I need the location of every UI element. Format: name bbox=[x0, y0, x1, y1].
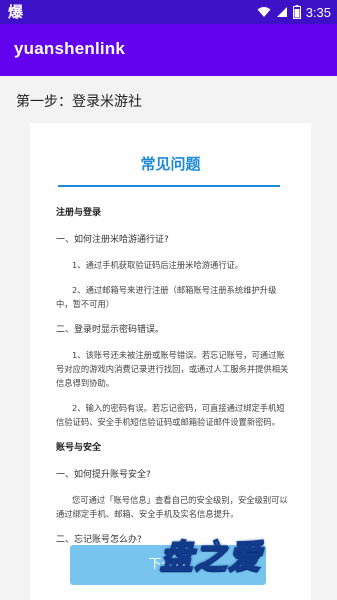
faq-title: 常见问题 bbox=[140, 155, 201, 173]
faq-section-title: 账号与安全 bbox=[56, 443, 102, 453]
clock: 3:35 bbox=[305, 4, 331, 20]
faq-answer: 1、通过手机获取验证码后注册米哈游通行证。 bbox=[72, 260, 244, 270]
faq-content: 注册与登录 一、如何注册米哈游通行证? 1、通过手机获取验证码后注册米哈游通行证… bbox=[56, 205, 292, 545]
faq-question: 一、如何注册米哈游通行证? bbox=[56, 235, 169, 245]
faq-answer: 您可通过「账号信息」查看自己的安全级别，安全级别可以通过绑定手机、邮箱、安全手机… bbox=[56, 495, 288, 519]
title-divider bbox=[58, 185, 280, 187]
notification-icon: 爆 bbox=[8, 3, 24, 21]
wifi-icon bbox=[257, 7, 271, 17]
app-title: yuanshenlink bbox=[14, 39, 126, 58]
faq-answer: 1、该账号还未被注册或账号错误。若忘记账号，可通过账号对应的游戏内消费记录进行找… bbox=[56, 350, 289, 388]
battery-icon bbox=[292, 5, 301, 19]
faq-question: 一、如何提升账号安全? bbox=[56, 470, 151, 480]
step-instruction: 第一步：登录米游社 bbox=[16, 94, 142, 110]
faq-answer: 2、通过邮箱号来进行注册（邮箱账号注册系统维护升级中，暂不可用） bbox=[56, 285, 277, 309]
status-icons: 3:35 bbox=[257, 2, 331, 22]
app-bar: yuanshenlink bbox=[0, 24, 337, 76]
faq-question: 二、登录时显示密码错误。 bbox=[56, 325, 165, 335]
status-bar: 爆 3:35 bbox=[0, 0, 337, 24]
signal-icon bbox=[276, 7, 287, 17]
faq-answer: 2、输入的密码有误。若忘记密码，可直接通过绑定手机短信验证码、安全手机短信验证码… bbox=[56, 403, 285, 427]
watermark-logo: 盘之爱 bbox=[159, 536, 262, 577]
faq-section-title: 注册与登录 bbox=[56, 208, 102, 218]
faq-webview[interactable]: 常见问题 注册与登录 一、如何注册米哈游通行证? 1、通过手机获取验证码后注册米… bbox=[30, 123, 311, 600]
